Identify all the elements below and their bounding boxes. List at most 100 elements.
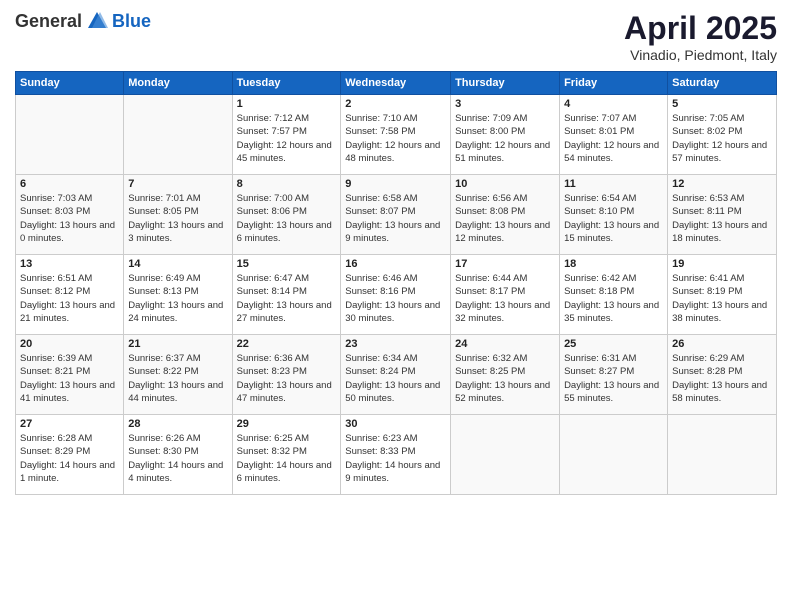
calendar-day-cell: 18 Sunrise: 6:42 AMSunset: 8:18 PMDayligh…: [560, 255, 668, 335]
day-info: Sunrise: 6:42 AMSunset: 8:18 PMDaylight:…: [564, 272, 663, 325]
calendar-week-row: 6 Sunrise: 7:03 AMSunset: 8:03 PMDaylight…: [16, 175, 777, 255]
day-number: 30: [345, 418, 446, 430]
calendar-day-cell: [16, 95, 124, 175]
day-info: Sunrise: 6:51 AMSunset: 8:12 PMDaylight:…: [20, 272, 119, 325]
calendar-day-cell: 26Sunrise: 6:29 AMSunset: 8:28 PMDayligh…: [668, 335, 777, 415]
day-number: 29: [237, 418, 337, 430]
day-info: Sunrise: 6:23 AMSunset: 8:33 PMDaylight:…: [345, 432, 446, 485]
day-info: Sunrise: 7:07 AMSunset: 8:01 PMDaylight:…: [564, 112, 663, 165]
calendar-day-cell: 16 Sunrise: 6:46 AMSunset: 8:16 PMDayligh…: [341, 255, 451, 335]
calendar-day-cell: 9Sunrise: 6:58 AMSunset: 8:07 PMDaylight…: [341, 175, 451, 255]
day-number: 5: [672, 98, 772, 110]
day-info: Sunrise: 7:00 AMSunset: 8:06 PMDaylight:…: [237, 192, 337, 245]
calendar-day-cell: 25 Sunrise: 6:31 AMSunset: 8:27 PMDayligh…: [560, 335, 668, 415]
weekday-header: Tuesday: [232, 72, 341, 95]
weekday-header: Wednesday: [341, 72, 451, 95]
day-info: Sunrise: 6:34 AMSunset: 8:24 PMDaylight:…: [345, 352, 446, 405]
day-number: 17: [455, 258, 555, 270]
day-info: Sunrise: 6:49 AMSunset: 8:13 PMDaylight:…: [128, 272, 227, 325]
title-area: April 2025 Vinadio, Piedmont, Italy: [624, 10, 777, 63]
calendar-day-cell: 1Sunrise: 7:12 AMSunset: 7:57 PMDaylight…: [232, 95, 341, 175]
day-info: Sunrise: 6:26 AMSunset: 8:30 PMDaylight:…: [128, 432, 227, 485]
calendar-day-cell: 30 Sunrise: 6:23 AMSunset: 8:33 PMDayligh…: [341, 415, 451, 495]
day-number: 15: [237, 258, 337, 270]
weekday-header: Thursday: [451, 72, 560, 95]
calendar-day-cell: 8Sunrise: 7:00 AMSunset: 8:06 PMDaylight…: [232, 175, 341, 255]
calendar-day-cell: [451, 415, 560, 495]
calendar-day-cell: 3 Sunrise: 7:09 AMSunset: 8:00 PMDaylight…: [451, 95, 560, 175]
month-title: April 2025: [624, 10, 777, 47]
day-number: 14: [128, 258, 227, 270]
logo: General Blue: [15, 10, 151, 32]
day-number: 1: [237, 98, 337, 110]
day-number: 21: [128, 338, 227, 350]
calendar-day-cell: 13 Sunrise: 6:51 AMSunset: 8:12 PMDayligh…: [16, 255, 124, 335]
calendar-page: General Blue April 2025 Vinadio, Piedmon…: [0, 0, 792, 612]
logo-general: General: [15, 11, 82, 32]
weekday-header: Monday: [124, 72, 232, 95]
header: General Blue April 2025 Vinadio, Piedmon…: [15, 10, 777, 63]
calendar-day-cell: 21 Sunrise: 6:37 AMSunset: 8:22 PMDayligh…: [124, 335, 232, 415]
calendar-day-cell: 27Sunrise: 6:28 AMSunset: 8:29 PMDayligh…: [16, 415, 124, 495]
calendar-day-cell: 22 Sunrise: 6:36 AMSunset: 8:23 PMDayligh…: [232, 335, 341, 415]
calendar-day-cell: 6 Sunrise: 7:03 AMSunset: 8:03 PMDaylight…: [16, 175, 124, 255]
day-info: Sunrise: 6:29 AMSunset: 8:28 PMDaylight:…: [672, 352, 772, 405]
day-info: Sunrise: 6:36 AMSunset: 8:23 PMDaylight:…: [237, 352, 337, 405]
day-number: 12: [672, 178, 772, 190]
calendar-day-cell: [124, 95, 232, 175]
day-info: Sunrise: 6:53 AMSunset: 8:11 PMDaylight:…: [672, 192, 772, 245]
day-number: 6: [20, 178, 119, 190]
day-number: 7: [128, 178, 227, 190]
calendar-day-cell: [668, 415, 777, 495]
calendar-day-cell: [560, 415, 668, 495]
calendar-day-cell: 14 Sunrise: 6:49 AMSunset: 8:13 PMDayligh…: [124, 255, 232, 335]
location-title: Vinadio, Piedmont, Italy: [624, 47, 777, 63]
calendar-day-cell: 12 Sunrise: 6:53 AMSunset: 8:11 PMDayligh…: [668, 175, 777, 255]
calendar-day-cell: 23 Sunrise: 6:34 AMSunset: 8:24 PMDayligh…: [341, 335, 451, 415]
calendar-day-cell: 28 Sunrise: 6:26 AMSunset: 8:30 PMDayligh…: [124, 415, 232, 495]
day-info: Sunrise: 7:10 AMSunset: 7:58 PMDaylight:…: [345, 112, 446, 165]
calendar-week-row: 13 Sunrise: 6:51 AMSunset: 8:12 PMDayligh…: [16, 255, 777, 335]
day-number: 22: [237, 338, 337, 350]
calendar-header-row: SundayMondayTuesdayWednesdayThursdayFrid…: [16, 72, 777, 95]
day-info: Sunrise: 6:58 AMSunset: 8:07 PMDaylight:…: [345, 192, 446, 245]
calendar-day-cell: 24Sunrise: 6:32 AMSunset: 8:25 PMDayligh…: [451, 335, 560, 415]
day-number: 18: [564, 258, 663, 270]
day-info: Sunrise: 7:03 AMSunset: 8:03 PMDaylight:…: [20, 192, 119, 245]
day-number: 16: [345, 258, 446, 270]
day-number: 28: [128, 418, 227, 430]
day-number: 3: [455, 98, 555, 110]
weekday-header: Friday: [560, 72, 668, 95]
calendar-day-cell: 2 Sunrise: 7:10 AMSunset: 7:58 PMDaylight…: [341, 95, 451, 175]
calendar-table: SundayMondayTuesdayWednesdayThursdayFrid…: [15, 71, 777, 495]
day-info: Sunrise: 6:46 AMSunset: 8:16 PMDaylight:…: [345, 272, 446, 325]
day-info: Sunrise: 6:37 AMSunset: 8:22 PMDaylight:…: [128, 352, 227, 405]
day-info: Sunrise: 6:44 AMSunset: 8:17 PMDaylight:…: [455, 272, 555, 325]
day-info: Sunrise: 6:25 AMSunset: 8:32 PMDaylight:…: [237, 432, 337, 485]
weekday-header: Saturday: [668, 72, 777, 95]
calendar-day-cell: 11Sunrise: 6:54 AMSunset: 8:10 PMDayligh…: [560, 175, 668, 255]
day-info: Sunrise: 6:31 AMSunset: 8:27 PMDaylight:…: [564, 352, 663, 405]
day-number: 13: [20, 258, 119, 270]
day-number: 23: [345, 338, 446, 350]
calendar-day-cell: 4 Sunrise: 7:07 AMSunset: 8:01 PMDaylight…: [560, 95, 668, 175]
day-number: 10: [455, 178, 555, 190]
day-number: 4: [564, 98, 663, 110]
day-number: 19: [672, 258, 772, 270]
day-info: Sunrise: 6:47 AMSunset: 8:14 PMDaylight:…: [237, 272, 337, 325]
calendar-day-cell: 5Sunrise: 7:05 AMSunset: 8:02 PMDaylight…: [668, 95, 777, 175]
calendar-day-cell: 19Sunrise: 6:41 AMSunset: 8:19 PMDayligh…: [668, 255, 777, 335]
calendar-day-cell: 10Sunrise: 6:56 AMSunset: 8:08 PMDayligh…: [451, 175, 560, 255]
day-info: Sunrise: 6:28 AMSunset: 8:29 PMDaylight:…: [20, 432, 119, 485]
day-number: 20: [20, 338, 119, 350]
day-number: 25: [564, 338, 663, 350]
day-info: Sunrise: 6:32 AMSunset: 8:25 PMDaylight:…: [455, 352, 555, 405]
day-info: Sunrise: 7:09 AMSunset: 8:00 PMDaylight:…: [455, 112, 555, 165]
day-info: Sunrise: 7:01 AMSunset: 8:05 PMDaylight:…: [128, 192, 227, 245]
day-number: 2: [345, 98, 446, 110]
calendar-week-row: 20 Sunrise: 6:39 AMSunset: 8:21 PMDayligh…: [16, 335, 777, 415]
day-info: Sunrise: 6:54 AMSunset: 8:10 PMDaylight:…: [564, 192, 663, 245]
day-info: Sunrise: 6:39 AMSunset: 8:21 PMDaylight:…: [20, 352, 119, 405]
calendar-body: 1Sunrise: 7:12 AMSunset: 7:57 PMDaylight…: [16, 95, 777, 495]
weekday-header: Sunday: [16, 72, 124, 95]
